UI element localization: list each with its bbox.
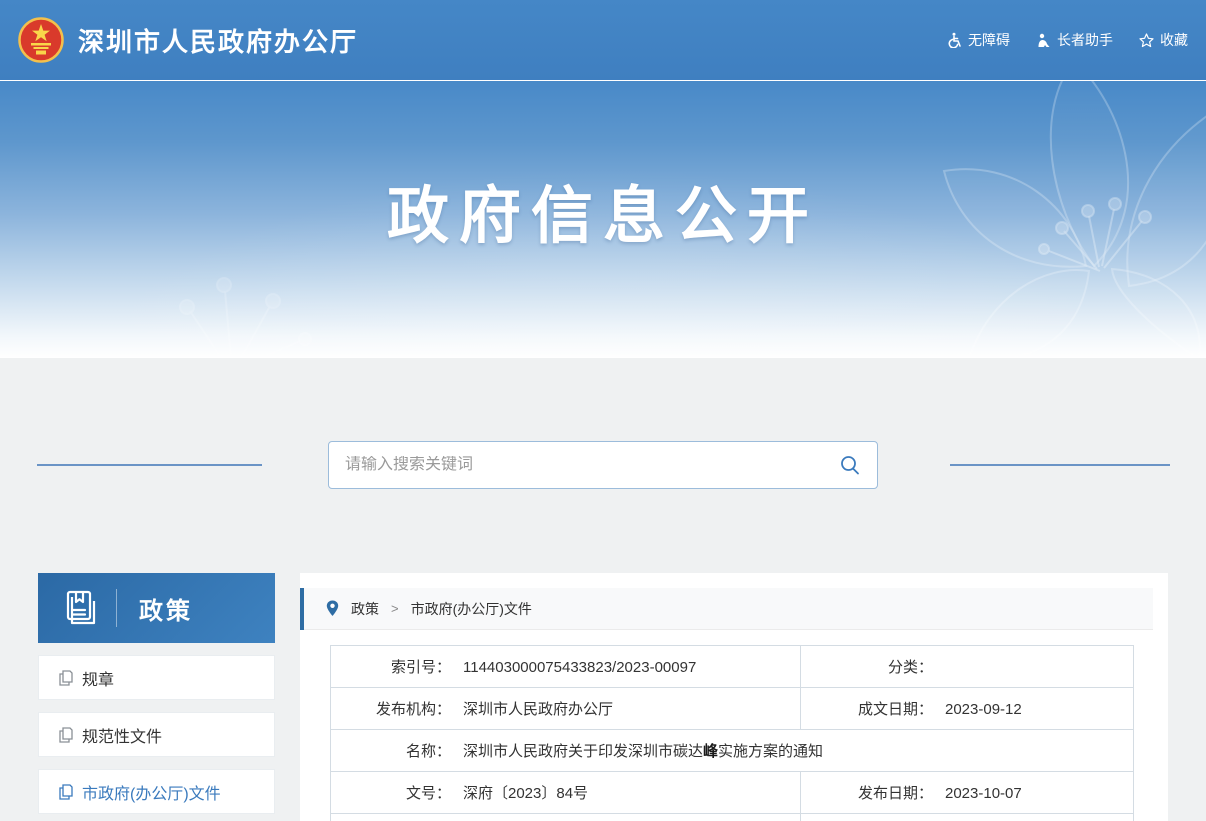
document-name-value: 深圳市人民政府关于印发深圳市碳达峰实施方案的通知 [463, 743, 823, 760]
document-icon [59, 727, 73, 743]
written-date-label: 成文日期： [801, 698, 933, 719]
location-pin-icon [326, 600, 339, 617]
elder-assist-icon [1036, 33, 1051, 48]
index-number-label: 索引号： [331, 656, 451, 677]
document-name-cell: 名称： 深圳市人民政府关于印发深圳市碳达峰实施方案的通知 [331, 730, 1134, 772]
sidebar: 政策 规章 规范性文件 [38, 573, 275, 814]
accessibility-icon [947, 32, 962, 48]
elder-assist-label: 长者助手 [1057, 30, 1113, 50]
breadcrumb-separator: > [391, 601, 399, 616]
breadcrumb-root-link[interactable]: 政策 [351, 599, 379, 619]
search-input[interactable] [345, 456, 839, 474]
search-divider-line-right [950, 464, 1170, 466]
issuing-agency-label: 发布机构： [331, 698, 451, 719]
search-icon [839, 454, 861, 476]
publish-date-cell: 发布日期： 2023-10-07 [801, 772, 1134, 814]
sidebar-item-label: 规章 [82, 666, 114, 690]
document-number-label: 文号： [331, 782, 451, 803]
search-button[interactable] [839, 454, 861, 476]
sidebar-title: 政策 [139, 591, 193, 626]
sidebar-header: 政策 [38, 573, 275, 643]
category-label: 分类： [801, 656, 933, 677]
accessibility-label: 无障碍 [968, 30, 1010, 50]
site-title: 深圳市人民政府办公厅 [78, 22, 358, 59]
publish-date-label: 发布日期： [801, 782, 933, 803]
document-number-cell: 文号： 深府〔2023〕84号 [331, 772, 801, 814]
sidebar-item-regulations[interactable]: 规章 [38, 655, 275, 700]
sidebar-item-normative-documents[interactable]: 规范性文件 [38, 712, 275, 757]
written-date-cell: 成文日期： 2023-09-12 [801, 688, 1134, 730]
search-box [328, 441, 878, 489]
sidebar-item-municipal-office-documents[interactable]: 市政府(办公厅)文件 [38, 769, 275, 814]
page-title: 政府信息公开 [0, 165, 1206, 255]
empty-cell [801, 814, 1134, 821]
national-emblem-icon [18, 17, 64, 63]
banner-branch-decoration [120, 251, 340, 358]
top-nav-bar: 深圳市人民政府办公厅 无障碍 [0, 0, 1206, 80]
table-row-docno-publish: 文号： 深府〔2023〕84号 发布日期： 2023-10-07 [331, 772, 1134, 814]
breadcrumb: 政策 > 市政府(办公厅)文件 [300, 588, 1153, 630]
document-name-label: 名称： [331, 740, 451, 761]
favorite-label: 收藏 [1160, 30, 1188, 50]
index-number-value: 114403000075433823/2023-00097 [463, 659, 696, 676]
table-row-partial [331, 814, 1134, 821]
search-divider-line-left [37, 464, 262, 466]
book-icon [62, 589, 100, 627]
index-number-cell: 索引号： 114403000075433823/2023-00097 [331, 646, 801, 688]
elder-assist-link[interactable]: 长者助手 [1036, 30, 1113, 50]
table-row-name: 名称： 深圳市人民政府关于印发深圳市碳达峰实施方案的通知 [331, 730, 1134, 772]
empty-cell [331, 814, 801, 821]
sidebar-item-label: 市政府(办公厅)文件 [82, 780, 221, 804]
hero-banner: 政府信息公开 [0, 80, 1206, 358]
document-info-table: 索引号： 114403000075433823/2023-00097 分类： 发布… [330, 645, 1134, 821]
publish-date-value: 2023-10-07 [945, 785, 1022, 802]
sidebar-item-label: 规范性文件 [82, 723, 162, 747]
page: 深圳市人民政府办公厅 无障碍 [0, 0, 1206, 821]
quick-links: 无障碍 长者助手 收藏 [947, 30, 1188, 50]
breadcrumb-accent-bar [300, 588, 304, 630]
table-row-agency-date: 发布机构： 深圳市人民政府办公厅 成文日期： 2023-09-12 [331, 688, 1134, 730]
issuing-agency-cell: 发布机构： 深圳市人民政府办公厅 [331, 688, 801, 730]
star-icon [1139, 33, 1154, 48]
category-cell: 分类： [801, 646, 1134, 688]
sidebar-header-divider [116, 589, 117, 627]
site-brand: 深圳市人民政府办公厅 [18, 17, 358, 63]
table-row-index-category: 索引号： 114403000075433823/2023-00097 分类： [331, 646, 1134, 688]
document-icon [59, 670, 73, 686]
highlighted-keyword: 峰 [703, 743, 718, 760]
document-number-value: 深府〔2023〕84号 [463, 785, 588, 802]
accessibility-link[interactable]: 无障碍 [947, 30, 1010, 50]
content-panel: 政策 > 市政府(办公厅)文件 索引号： 114403000075433823/2… [300, 573, 1168, 821]
favorite-link[interactable]: 收藏 [1139, 30, 1188, 50]
document-icon [59, 784, 73, 800]
written-date-value: 2023-09-12 [945, 701, 1022, 718]
breadcrumb-current: 市政府(办公厅)文件 [411, 599, 532, 619]
issuing-agency-value: 深圳市人民政府办公厅 [463, 701, 613, 718]
